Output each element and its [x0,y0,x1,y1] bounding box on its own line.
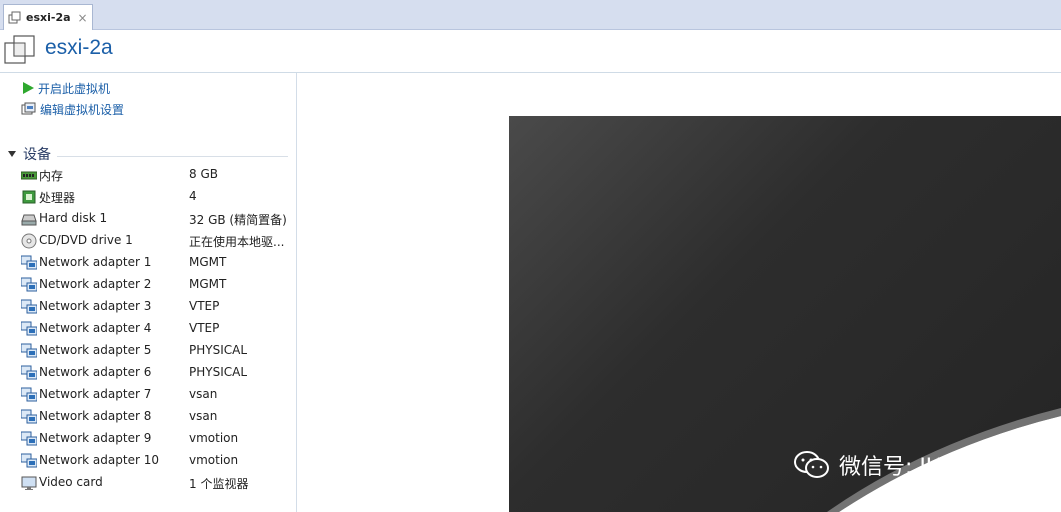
play-icon [23,82,34,94]
vm-icon [8,11,21,23]
hard-disk-icon [21,214,37,226]
device-row-network-adapter-8[interactable]: Network adapter 8 vsan [0,406,297,428]
device-value: 正在使用本地驱... [189,235,285,249]
edit-settings-icon [21,102,36,115]
device-name: Network adapter 5 [39,343,152,357]
power-on-label: 开启此虚拟机 [38,81,111,96]
device-row-video-card[interactable]: Video card 1 个监视器 [0,472,297,494]
device-row-hard-disk[interactable]: Hard disk 1 32 GB (精简置备) [0,208,297,230]
device-value: VTEP [189,299,220,313]
tab-close-icon[interactable]: × [78,11,88,25]
tab-strip: esxi-2a × [0,0,1061,30]
vm-header: esxi-2a [0,30,1061,73]
devices-section-title: 设备 [23,147,51,163]
network-adapter-icon [21,343,37,358]
device-row-cd-dvd[interactable]: CD/DVD drive 1 正在使用本地驱... [0,230,297,252]
network-adapter-icon [21,299,37,314]
device-name: Network adapter 4 [39,321,152,335]
device-row-network-adapter-5[interactable]: Network adapter 5 PHYSICAL [0,340,297,362]
device-row-network-adapter-10[interactable]: Network adapter 10 vmotion [0,450,297,472]
device-name: Network adapter 1 [39,255,152,269]
edit-settings-link[interactable]: 编辑虚拟机设置 [21,100,124,118]
network-adapter-icon [21,453,37,468]
device-name: Network adapter 3 [39,299,152,313]
device-name: Network adapter 9 [39,431,152,445]
tab-label: esxi-2a [26,11,71,24]
network-adapter-icon [21,365,37,380]
device-value: vmotion [189,431,239,445]
edit-settings-label: 编辑虚拟机设置 [40,102,125,117]
device-name: Video card [39,475,103,489]
device-name: 处理器 [39,191,76,205]
network-adapter-icon [21,277,37,292]
device-name: Network adapter 2 [39,277,152,291]
wechat-icon [794,451,829,478]
device-value: PHYSICAL [189,343,248,357]
device-value: PHYSICAL [189,365,248,379]
section-divider [57,155,288,157]
device-name: Hard disk 1 [39,211,108,225]
device-value: 1 个监视器 [189,477,249,491]
device-value: vsan [189,387,218,401]
device-name: Network adapter 8 [39,409,152,423]
vm-large-icon [4,35,35,64]
network-adapter-icon [21,255,37,270]
network-adapter-icon [21,431,37,446]
device-name: CD/DVD drive 1 [39,233,133,247]
watermark: 微信号: JUJUXV [793,449,995,481]
cd-dvd-icon [21,233,37,249]
device-value: MGMT [189,277,227,291]
device-row-network-adapter-4[interactable]: Network adapter 4 VTEP [0,318,297,340]
device-value: MGMT [189,255,227,269]
device-row-network-adapter-3[interactable]: Network adapter 3 VTEP [0,296,297,318]
device-row-network-adapter-7[interactable]: Network adapter 7 vsan [0,384,297,406]
video-card-icon [21,476,37,490]
devices-section-header[interactable]: 设备 [7,145,288,163]
device-name: Network adapter 6 [39,365,152,379]
device-name: Network adapter 10 [39,453,159,467]
processor-icon [22,190,36,204]
device-row-network-adapter-1[interactable]: Network adapter 1 MGMT [0,252,297,274]
page-title: esxi-2a [45,36,113,59]
device-row-memory[interactable]: 内存 8 GB [0,164,297,186]
device-row-network-adapter-6[interactable]: Network adapter 6 PHYSICAL [0,362,297,384]
device-value: 8 GB [189,167,218,181]
device-value: VTEP [189,321,220,335]
tab-esxi-2a[interactable]: esxi-2a × [3,4,93,30]
watermark-text: 微信号: JUJUXV [839,455,995,480]
memory-icon [21,171,37,180]
devices-list: 内存 8 GB 处理器 4 Hard disk 1 32 GB (精简置备) C… [0,164,297,494]
network-adapter-icon [21,409,37,424]
device-name: Network adapter 7 [39,387,152,401]
console-area [297,73,1061,512]
device-row-network-adapter-2[interactable]: Network adapter 2 MGMT [0,274,297,296]
vm-summary-panel: 开启此虚拟机 编辑虚拟机设置 设备 内存 8 GB 处理器 4 Hard dis… [0,73,297,512]
network-adapter-icon [21,387,37,402]
device-row-processor[interactable]: 处理器 4 [0,186,297,208]
device-name: 内存 [39,169,64,183]
device-value: vmotion [189,453,239,467]
device-value: vsan [189,409,218,423]
device-value: 4 [189,189,197,203]
device-value: 32 GB (精简置备) [189,213,287,227]
device-row-network-adapter-9[interactable]: Network adapter 9 vmotion [0,428,297,450]
network-adapter-icon [21,321,37,336]
power-on-link[interactable]: 开启此虚拟机 [21,79,110,97]
collapse-arrow-icon[interactable] [7,149,17,159]
